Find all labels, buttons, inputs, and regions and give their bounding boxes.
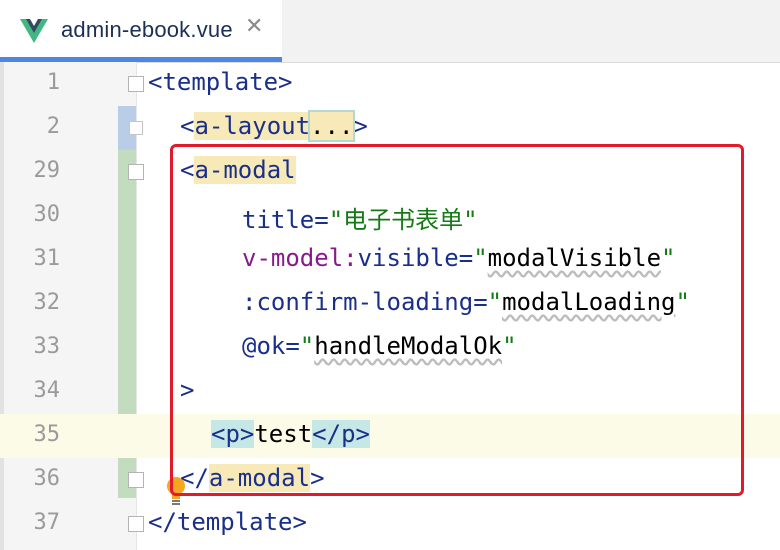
tag-name: a-layout	[194, 112, 311, 140]
annotation-highlight-box	[170, 144, 744, 496]
code-line[interactable]: 1 <template>	[0, 62, 780, 106]
editor-tab-bar: admin-ebook.vue ✕	[0, 0, 780, 63]
tag-bracket: >	[353, 112, 368, 140]
folded-region[interactable]: ...	[308, 110, 356, 142]
fold-end-icon[interactable]	[128, 472, 144, 488]
tag-bracket: <	[180, 112, 195, 140]
vue-logo-icon	[20, 19, 48, 43]
line-number: 33	[33, 334, 61, 359]
line-number: 36	[33, 466, 61, 491]
fold-toggle-icon[interactable]	[128, 76, 144, 92]
fold-toggle-icon[interactable]	[128, 164, 144, 180]
line-number: 1	[46, 70, 60, 95]
line-number: 29	[33, 158, 61, 183]
fold-end-icon[interactable]	[128, 516, 144, 532]
line-number: 35	[33, 422, 61, 447]
line-number: 31	[33, 246, 61, 271]
file-tab-admin-ebook[interactable]: admin-ebook.vue ✕	[0, 0, 282, 62]
code-line[interactable]: 37 </template>	[0, 502, 780, 546]
line-number: 30	[33, 202, 61, 227]
close-icon[interactable]: ✕	[245, 14, 263, 39]
tab-filename: admin-ebook.vue	[61, 17, 233, 42]
expand-fold-icon[interactable]	[129, 121, 143, 135]
line-number: 34	[33, 378, 61, 403]
code-text: </template>	[148, 508, 307, 536]
line-number: 2	[46, 114, 60, 139]
code-text: <template>	[148, 68, 293, 96]
line-number: 37	[33, 510, 61, 535]
line-number: 32	[33, 290, 61, 315]
